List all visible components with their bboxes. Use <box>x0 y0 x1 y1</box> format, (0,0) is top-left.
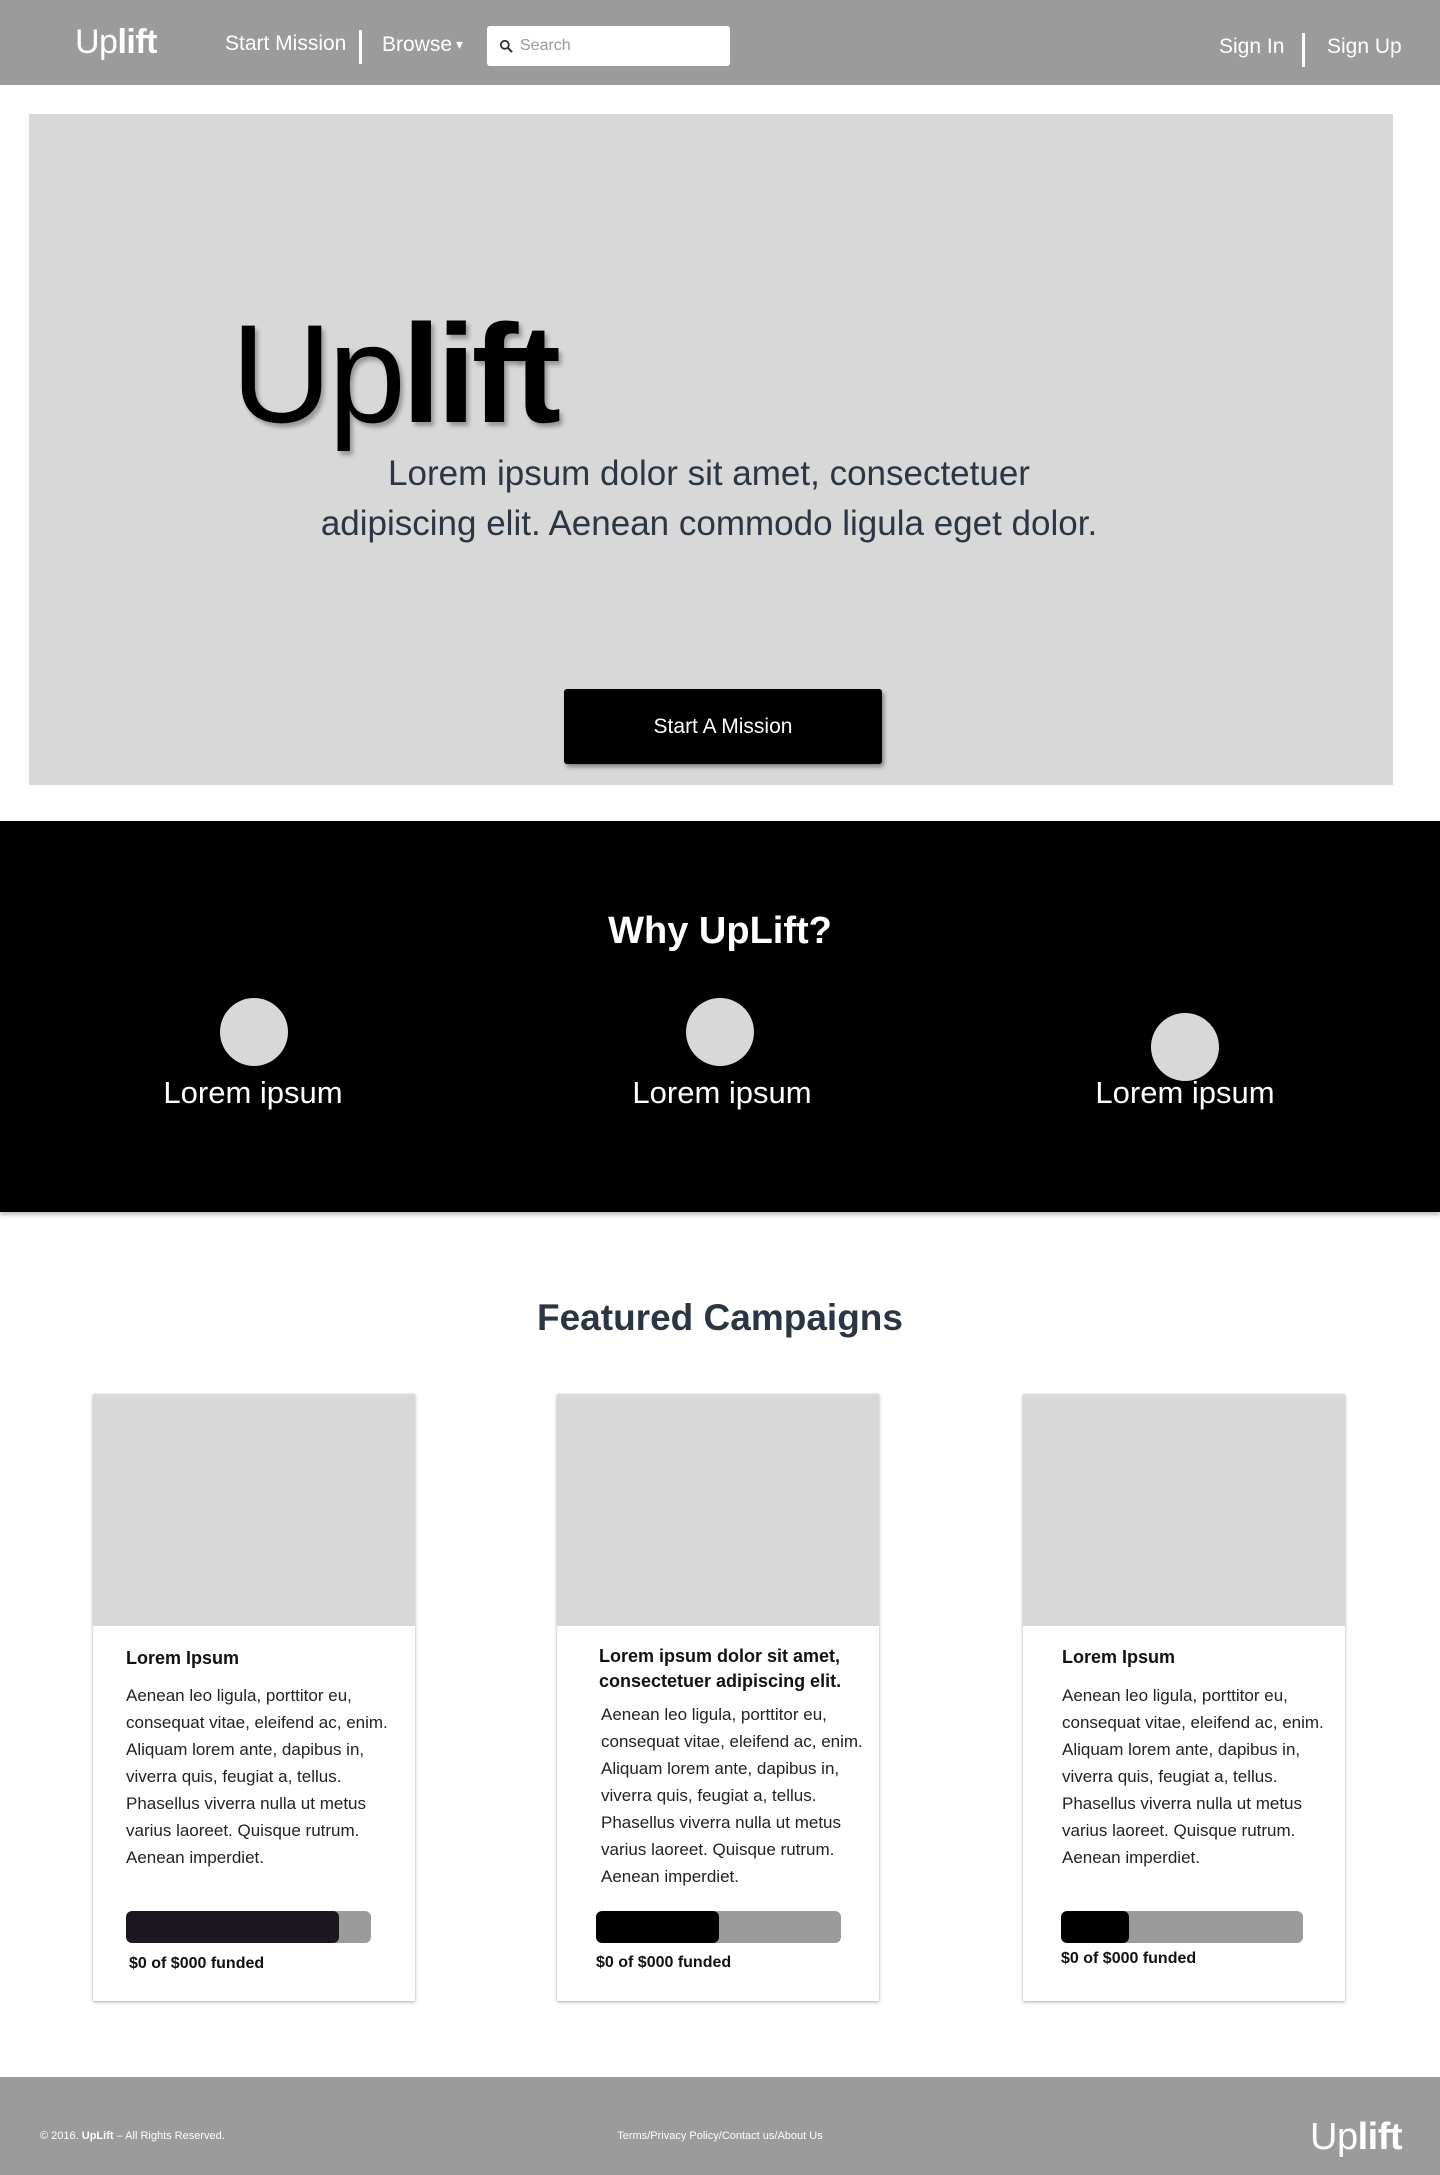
hero-section: Uplift Lorem ipsum dolor sit amet, conse… <box>29 114 1393 785</box>
featured-campaigns-title: Featured Campaigns <box>537 1297 903 1338</box>
nav-logo-lift: lift <box>117 23 158 61</box>
footer-link-privacy[interactable]: Privacy Policy <box>650 2130 718 2142</box>
campaign-image <box>93 1394 415 1626</box>
search-icon <box>499 39 513 53</box>
nav-sign-up-link[interactable]: Sign Up <box>1327 33 1402 61</box>
chevron-down-icon: ▾ <box>456 36 464 52</box>
campaign-funded-text: $0 of $000 funded <box>1061 1950 1197 1967</box>
campaign-image <box>557 1394 879 1626</box>
nav-start-mission-link[interactable]: Start Mission <box>225 30 346 58</box>
hero-logo-up: Up <box>231 295 406 452</box>
search-input[interactable] <box>520 37 720 55</box>
feature-label: Lorem ipsum <box>163 1075 343 1110</box>
feature-label: Lorem ipsum <box>1095 1075 1275 1110</box>
nav-browse-dropdown[interactable]: Browse ▾ <box>382 30 463 59</box>
campaign-card[interactable]: Lorem ipsum dolor sit amet, consectetuer… <box>557 1394 879 2001</box>
campaign-funded-text: $0 of $000 funded <box>129 1955 265 1972</box>
footer-logo[interactable]: Uplift <box>1310 2115 1403 2159</box>
footer-link-about[interactable]: About Us <box>777 2130 822 2142</box>
start-a-mission-button[interactable]: Start A Mission <box>564 689 882 764</box>
campaign-funded-text: $0 of $000 funded <box>596 1954 732 1971</box>
nav-divider <box>359 30 362 64</box>
hero-tagline-line2: adipiscing elit. Aenean commodo ligula e… <box>320 504 1098 543</box>
campaign-progress-bar <box>126 1911 371 1943</box>
campaign-progress-bar <box>1061 1911 1303 1943</box>
footer-link-terms[interactable]: Terms <box>617 2130 647 2142</box>
nav-divider <box>1302 33 1305 67</box>
footer-logo-up: Up <box>1310 2116 1358 2158</box>
campaign-progress-bar <box>596 1911 841 1943</box>
footer-links: Terms/Privacy Policy/Contact us/About Us <box>0 2129 1440 2143</box>
feature-icon <box>686 998 754 1066</box>
hero-logo-lift: lift <box>401 295 561 452</box>
hero-logo: Uplift <box>231 299 561 449</box>
campaign-image <box>1023 1394 1345 1626</box>
feature-label: Lorem ipsum <box>632 1075 812 1110</box>
nav-logo-up: Up <box>75 23 118 61</box>
campaign-title: Lorem Ipsum <box>126 1648 240 1668</box>
campaign-title: Lorem ipsum dolor sit amet, consectetuer… <box>599 1646 842 1691</box>
campaign-title: Lorem Ipsum <box>1062 1647 1176 1667</box>
hero-tagline: Lorem ipsum dolor sit amet, consectetuer… <box>279 449 1139 549</box>
campaign-progress-fill <box>126 1911 340 1943</box>
why-uplift-section: Why UpLift? Lorem ipsum Lorem ipsum Lore… <box>0 821 1440 1212</box>
campaign-progress-fill <box>1061 1911 1129 1943</box>
search-box[interactable] <box>487 26 730 66</box>
nav-sign-in-link[interactable]: Sign In <box>1219 33 1284 61</box>
campaign-card[interactable]: Lorem Ipsum Aenean leo ligula, porttitor… <box>1023 1394 1345 2001</box>
hero-tagline-line1: Lorem ipsum dolor sit amet, consectetuer <box>388 454 1030 493</box>
footer: © 2016. UpLift – All Rights Reserved. Te… <box>0 2077 1440 2175</box>
feature-icon <box>1151 1013 1219 1081</box>
navbar: Uplift Start Mission Browse▾ Sign In Sig… <box>0 0 1440 85</box>
footer-link-contact[interactable]: Contact us <box>722 2130 775 2142</box>
campaign-description: Aenean leo ligula, porttitor eu, consequ… <box>1062 1686 1324 1867</box>
nav-browse-label: Browse <box>382 33 453 56</box>
campaign-description: Aenean leo ligula, porttitor eu, consequ… <box>126 1686 388 1867</box>
campaign-description: Aenean leo ligula, porttitor eu, consequ… <box>601 1705 863 1886</box>
feature-icon <box>220 998 288 1066</box>
campaign-card[interactable]: Lorem Ipsum Aenean leo ligula, porttitor… <box>93 1394 415 2001</box>
footer-logo-lift: lift <box>1357 2116 1403 2158</box>
why-uplift-title: Why UpLift? <box>608 910 832 952</box>
campaign-progress-fill <box>596 1911 719 1943</box>
nav-logo[interactable]: Uplift <box>75 20 158 64</box>
